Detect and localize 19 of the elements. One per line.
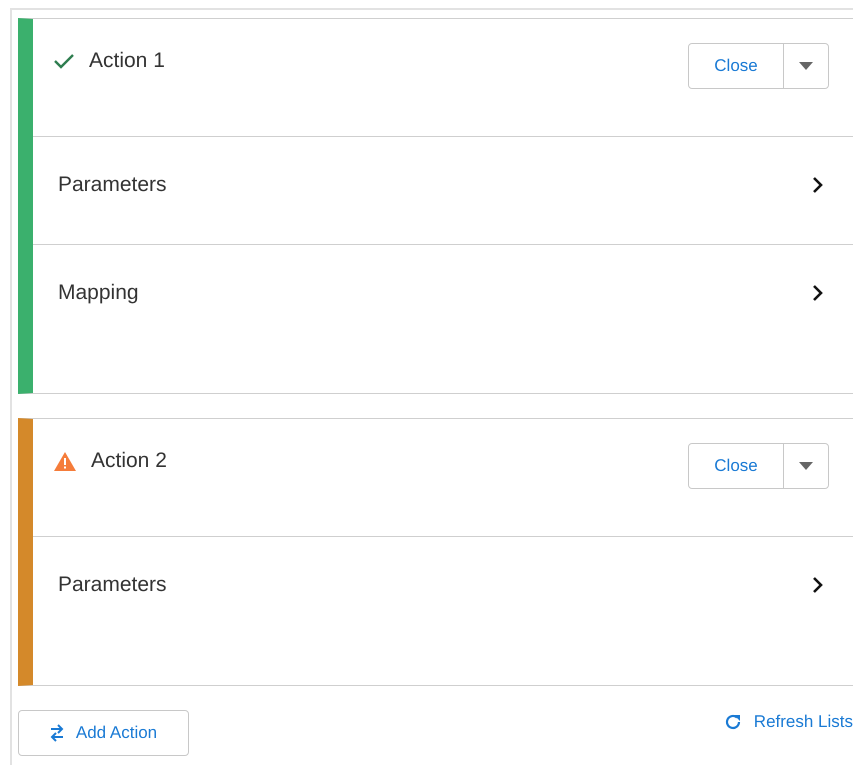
check-icon — [53, 53, 75, 69]
section-label: Parameters — [58, 173, 168, 197]
warning-icon — [53, 450, 77, 472]
action-title: Action 1 — [89, 48, 165, 74]
refresh-lists-link[interactable]: Refresh Lists — [724, 712, 853, 732]
section-row[interactable]: Parameters — [33, 137, 853, 245]
swap-icon — [50, 724, 64, 742]
chevron-icon — [812, 176, 823, 194]
caret-icon — [799, 62, 813, 70]
section-row[interactable]: Parameters — [33, 537, 853, 685]
section-label: Mapping — [58, 281, 140, 305]
caret-icon — [799, 462, 813, 470]
section-row[interactable]: Mapping — [33, 245, 853, 393]
chevron-icon — [812, 284, 823, 302]
chevron-icon — [812, 576, 823, 594]
action-title: Action 2 — [91, 448, 167, 474]
add-action-button[interactable]: Add Action — [18, 710, 189, 756]
section-label: Parameters — [58, 573, 168, 597]
refresh-icon — [724, 713, 742, 731]
